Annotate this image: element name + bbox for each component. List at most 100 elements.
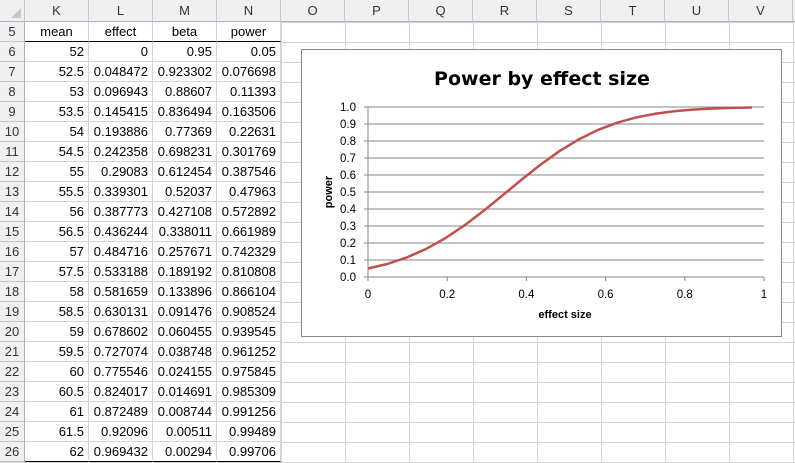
cell[interactable]: 54.5 <box>25 142 89 162</box>
cell[interactable]: 0.581659 <box>89 282 153 302</box>
header-cell[interactable]: beta <box>153 22 217 42</box>
cell[interactable]: 60 <box>25 362 89 382</box>
cell[interactable]: 0.99489 <box>217 422 281 442</box>
cell[interactable]: 0.77369 <box>153 122 217 142</box>
column-header-U[interactable]: U <box>665 0 729 21</box>
row-header-11[interactable]: 11 <box>0 142 24 162</box>
cell[interactable]: 0.727074 <box>89 342 153 362</box>
cell[interactable]: 0.387546 <box>217 162 281 182</box>
cell[interactable]: 0.742329 <box>217 242 281 262</box>
column-header-T[interactable]: T <box>601 0 665 21</box>
cell[interactable]: 0.00511 <box>153 422 217 442</box>
cell[interactable]: 0.52037 <box>153 182 217 202</box>
row-header-26[interactable]: 26 <box>0 442 24 462</box>
cell[interactable]: 0.242358 <box>89 142 153 162</box>
cell[interactable]: 0.427108 <box>153 202 217 222</box>
cell[interactable]: 57 <box>25 242 89 262</box>
cell[interactable]: 0.969432 <box>89 442 153 462</box>
cell[interactable]: 0.961252 <box>217 342 281 362</box>
cell[interactable]: 0.99706 <box>217 442 281 462</box>
cell[interactable]: 0 <box>89 42 153 62</box>
cell[interactable]: 0.163506 <box>217 102 281 122</box>
cell[interactable]: 0.975845 <box>217 362 281 382</box>
cell[interactable]: 0.014691 <box>153 382 217 402</box>
cell[interactable]: 52.5 <box>25 62 89 82</box>
column-header-V[interactable]: V <box>729 0 793 21</box>
cell[interactable]: 0.038748 <box>153 342 217 362</box>
row-header-15[interactable]: 15 <box>0 222 24 242</box>
cell[interactable]: 0.923302 <box>153 62 217 82</box>
select-all-corner[interactable] <box>0 0 25 22</box>
cell[interactable]: 0.060455 <box>153 322 217 342</box>
cell[interactable]: 62 <box>25 442 89 462</box>
cell[interactable]: 0.47963 <box>217 182 281 202</box>
cell[interactable]: 0.133896 <box>153 282 217 302</box>
cell[interactable]: 57.5 <box>25 262 89 282</box>
row-header-21[interactable]: 21 <box>0 342 24 362</box>
row-header-6[interactable]: 6 <box>0 42 24 62</box>
cell[interactable]: 0.985309 <box>217 382 281 402</box>
cell[interactable]: 0.661989 <box>217 222 281 242</box>
cell[interactable]: 56.5 <box>25 222 89 242</box>
cell[interactable]: 0.048472 <box>89 62 153 82</box>
cell[interactable]: 58.5 <box>25 302 89 322</box>
row-header-18[interactable]: 18 <box>0 282 24 302</box>
cell[interactable]: 0.338011 <box>153 222 217 242</box>
cell[interactable]: 0.572892 <box>217 202 281 222</box>
cell[interactable]: 0.189192 <box>153 262 217 282</box>
row-header-19[interactable]: 19 <box>0 302 24 322</box>
cell[interactable]: 0.339301 <box>89 182 153 202</box>
cell[interactable]: 0.00294 <box>153 442 217 462</box>
column-header-O[interactable]: O <box>281 0 345 21</box>
cell[interactable]: 53 <box>25 82 89 102</box>
column-header-N[interactable]: N <box>217 0 281 21</box>
cell[interactable]: 0.11393 <box>217 82 281 102</box>
cell[interactable]: 0.257671 <box>153 242 217 262</box>
cell[interactable]: 55 <box>25 162 89 182</box>
cell[interactable]: 0.630131 <box>89 302 153 322</box>
cell[interactable]: 0.22631 <box>217 122 281 142</box>
cell[interactable]: 0.991256 <box>217 402 281 422</box>
header-cell[interactable]: effect <box>89 22 153 42</box>
cell[interactable]: 0.436244 <box>89 222 153 242</box>
cell[interactable]: 0.698231 <box>153 142 217 162</box>
cell[interactable]: 56 <box>25 202 89 222</box>
cell[interactable]: 59 <box>25 322 89 342</box>
cell[interactable]: 0.533188 <box>89 262 153 282</box>
cell[interactable]: 60.5 <box>25 382 89 402</box>
cell[interactable]: 0.008744 <box>153 402 217 422</box>
cell[interactable]: 0.091476 <box>153 302 217 322</box>
cell[interactable]: 0.92096 <box>89 422 153 442</box>
cell[interactable]: 0.908524 <box>217 302 281 322</box>
cell[interactable]: 0.193886 <box>89 122 153 142</box>
cell[interactable]: 0.95 <box>153 42 217 62</box>
cell[interactable]: 0.301769 <box>217 142 281 162</box>
cell[interactable]: 0.824017 <box>89 382 153 402</box>
cell[interactable]: 0.612454 <box>153 162 217 182</box>
row-header-10[interactable]: 10 <box>0 122 24 142</box>
row-header-16[interactable]: 16 <box>0 242 24 262</box>
cell[interactable]: 59.5 <box>25 342 89 362</box>
cell[interactable]: 55.5 <box>25 182 89 202</box>
cell[interactable]: 0.810808 <box>217 262 281 282</box>
row-header-13[interactable]: 13 <box>0 182 24 202</box>
power-chart[interactable]: Power by effect size 0.0 0.1 0.2 0.3 0.4 0.5 0.… <box>301 49 782 337</box>
cell[interactable]: 0.096943 <box>89 82 153 102</box>
header-cell[interactable]: power <box>217 22 281 42</box>
column-header-P[interactable]: P <box>345 0 409 21</box>
cell[interactable]: 52 <box>25 42 89 62</box>
column-header-M[interactable]: M <box>153 0 217 21</box>
cell[interactable]: 0.076698 <box>217 62 281 82</box>
cell[interactable]: 0.866104 <box>217 282 281 302</box>
row-header-9[interactable]: 9 <box>0 102 24 122</box>
row-header-7[interactable]: 7 <box>0 62 24 82</box>
column-header-L[interactable]: L <box>89 0 153 21</box>
cell[interactable]: 0.484716 <box>89 242 153 262</box>
cell[interactable]: 0.678602 <box>89 322 153 342</box>
row-header-8[interactable]: 8 <box>0 82 24 102</box>
cell[interactable]: 61.5 <box>25 422 89 442</box>
row-header-12[interactable]: 12 <box>0 162 24 182</box>
cell[interactable]: 0.387773 <box>89 202 153 222</box>
row-header-24[interactable]: 24 <box>0 402 24 422</box>
cell[interactable]: 58 <box>25 282 89 302</box>
